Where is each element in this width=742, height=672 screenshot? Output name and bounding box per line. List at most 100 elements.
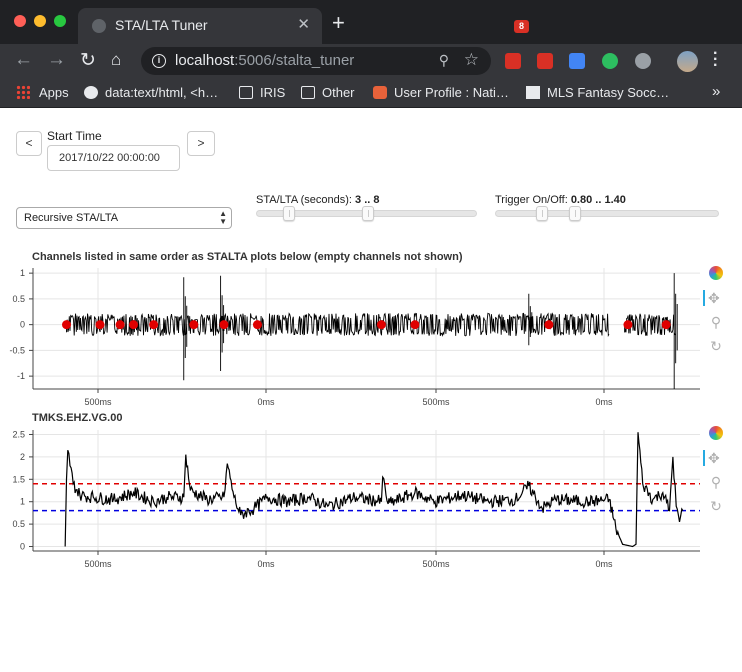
back-arrow-icon[interactable]: ← [14, 49, 33, 71]
bokeh-logo-icon[interactable] [708, 426, 724, 442]
bookmark-label: MLS Fantasy Socc… [547, 85, 670, 100]
globe-icon [92, 19, 106, 33]
waveform-y-tick-label: -0.5 [9, 345, 25, 355]
trigger-marker [376, 320, 386, 330]
maximize-window-button[interactable] [54, 15, 66, 27]
stalta-value-text: 3 .. 8 [355, 194, 380, 206]
select-arrows-icon: ▲ ▼ [219, 209, 227, 226]
page-content: < Start Time 2017/10/22 00:00:00 > Recur… [0, 109, 742, 672]
menu-kebab-icon[interactable]: · · · [713, 46, 718, 74]
stalta-y-tick-label: 1 [20, 497, 25, 507]
trigger-marker [410, 320, 420, 330]
trigger-value-text: 0.80 .. 1.40 [570, 194, 626, 206]
url-text: localhost:5006/stalta_tuner [175, 52, 354, 69]
bookmark-mls[interactable]: MLS Fantasy Socc… [526, 85, 669, 100]
close-window-button[interactable] [14, 15, 26, 27]
stalta-trace [64, 432, 684, 548]
minimize-window-button[interactable] [34, 15, 46, 27]
apps-grid-icon [16, 85, 30, 99]
waveform-x-tick-label: 500ms [422, 397, 450, 407]
trigger-slider[interactable] [495, 206, 719, 221]
stalta-label-text: STA/LTA (seconds): [256, 194, 352, 206]
translate-extension-icon[interactable] [569, 53, 585, 69]
folder-icon [301, 86, 315, 99]
bookmark-other[interactable]: Other [301, 85, 355, 100]
bookmark-iris[interactable]: IRIS [239, 85, 285, 100]
stalta-y-tick-label: 1.5 [12, 474, 25, 484]
waveform-plot-toolbar: ✥ ⚲ ↻ [703, 266, 727, 362]
trigger-marker [544, 320, 554, 330]
trigger-slider-handle-low[interactable] [536, 206, 548, 221]
algorithm-select-value: Recursive STA/LTA [24, 212, 119, 224]
trigger-marker [149, 320, 159, 330]
algorithm-select[interactable]: Recursive STA/LTA ▲ ▼ [16, 207, 232, 229]
gmail-extension-icon[interactable] [505, 53, 521, 69]
bookmark-data-text[interactable]: data:text/html, <h… [84, 85, 218, 100]
bookmarks-bar: Apps data:text/html, <h… IRIS Other User… [0, 78, 742, 108]
reset-tool-icon[interactable]: ↻ [708, 338, 724, 354]
search-icon[interactable]: ⚲ [439, 52, 449, 69]
stalta-x-tick-label: 500ms [84, 559, 112, 569]
bookmark-label: IRIS [260, 85, 286, 100]
trigger-marker [189, 320, 199, 330]
extension-icon-2[interactable] [537, 53, 553, 69]
stalta-slider-label: STA/LTA (seconds): 3 .. 8 [256, 194, 380, 206]
info-icon[interactable]: i [152, 54, 166, 68]
stalta-x-tick-label: 0ms [595, 559, 613, 569]
waveform-plot[interactable]: 1 0.5 0 -0.5 -1 500ms 0ms 500ms 0ms [0, 262, 700, 412]
extension-badge: 8 [514, 20, 529, 33]
trigger-marker [62, 320, 71, 330]
mls-icon [526, 86, 540, 99]
trigger-marker [129, 320, 138, 330]
trigger-marker [95, 320, 105, 330]
trigger-marker [219, 320, 229, 330]
stalta-x-tick-label: 0ms [257, 559, 275, 569]
start-time-input[interactable]: 2017/10/22 00:00:00 [47, 145, 180, 171]
stalta-y-tick-label: 0 [20, 542, 25, 552]
tab-title: STA/LTA Tuner [115, 17, 208, 33]
pan-tool-icon[interactable]: ✥ [703, 450, 720, 466]
stalta-slider-handle-high[interactable] [362, 206, 374, 221]
stalta-y-tick-label: 2 [20, 452, 25, 462]
bookmark-star-icon[interactable]: ☆ [464, 50, 479, 70]
trigger-marker [252, 320, 262, 330]
reload-icon[interactable]: ↻ [80, 49, 96, 72]
profile-avatar[interactable] [677, 51, 698, 72]
box-zoom-tool-icon[interactable]: ⚲ [708, 314, 724, 330]
stalta-plot[interactable]: 2.5 2 1.5 1 0.5 0 500ms 0ms 500ms 0ms [0, 424, 700, 574]
browser-tab[interactable]: STA/LTA Tuner ✕ [78, 8, 322, 44]
reset-tool-icon[interactable]: ↻ [708, 498, 724, 514]
stalta-x-tick-label: 500ms [422, 559, 450, 569]
stalta-slider-handle-low[interactable] [283, 206, 295, 221]
bookmarks-overflow-icon[interactable]: » [712, 83, 720, 100]
tab-close-icon[interactable]: ✕ [297, 15, 310, 33]
trigger-slider-label: Trigger On/Off: 0.80 .. 1.40 [495, 194, 626, 206]
address-bar[interactable]: i localhost:5006/stalta_tuner ⚲ ☆ [141, 47, 491, 75]
bookmark-user-profile[interactable]: User Profile : Nati… [373, 85, 509, 100]
pan-tool-icon[interactable]: ✥ [703, 290, 720, 306]
bokeh-logo-icon[interactable] [708, 266, 724, 282]
start-time-label: Start Time [47, 129, 102, 143]
home-icon[interactable]: ⌂ [111, 50, 121, 70]
evernote-extension-icon[interactable] [602, 53, 618, 69]
bookmark-label: User Profile : Nati… [394, 85, 509, 100]
browser-toolbar: ← → ↻ ⌂ i localhost:5006/stalta_tuner ⚲ … [0, 44, 742, 78]
stalta-plot-title: TMKS.EHZ.VG.00 [32, 412, 123, 424]
box-zoom-tool-icon[interactable]: ⚲ [708, 474, 724, 490]
bookmark-label: Apps [39, 85, 69, 100]
trigger-marker [623, 320, 633, 330]
stalta-slider[interactable] [256, 206, 477, 221]
previous-button[interactable]: < [16, 131, 42, 156]
waveform-x-tick-label: 500ms [84, 397, 112, 407]
target-icon [373, 86, 387, 99]
download-extension-icon[interactable] [635, 53, 651, 69]
next-button[interactable]: > [187, 131, 215, 156]
url-path: :5006/stalta_tuner [234, 52, 355, 69]
new-tab-button[interactable]: + [332, 10, 345, 36]
browser-title-bar: STA/LTA Tuner ✕ + [0, 0, 742, 44]
stalta-plot-toolbar: ✥ ⚲ ↻ [703, 426, 727, 522]
trigger-slider-handle-high[interactable] [569, 206, 581, 221]
forward-arrow-icon[interactable]: → [47, 49, 66, 71]
trigger-marker [115, 320, 125, 330]
bookmark-apps[interactable]: Apps [16, 85, 69, 100]
